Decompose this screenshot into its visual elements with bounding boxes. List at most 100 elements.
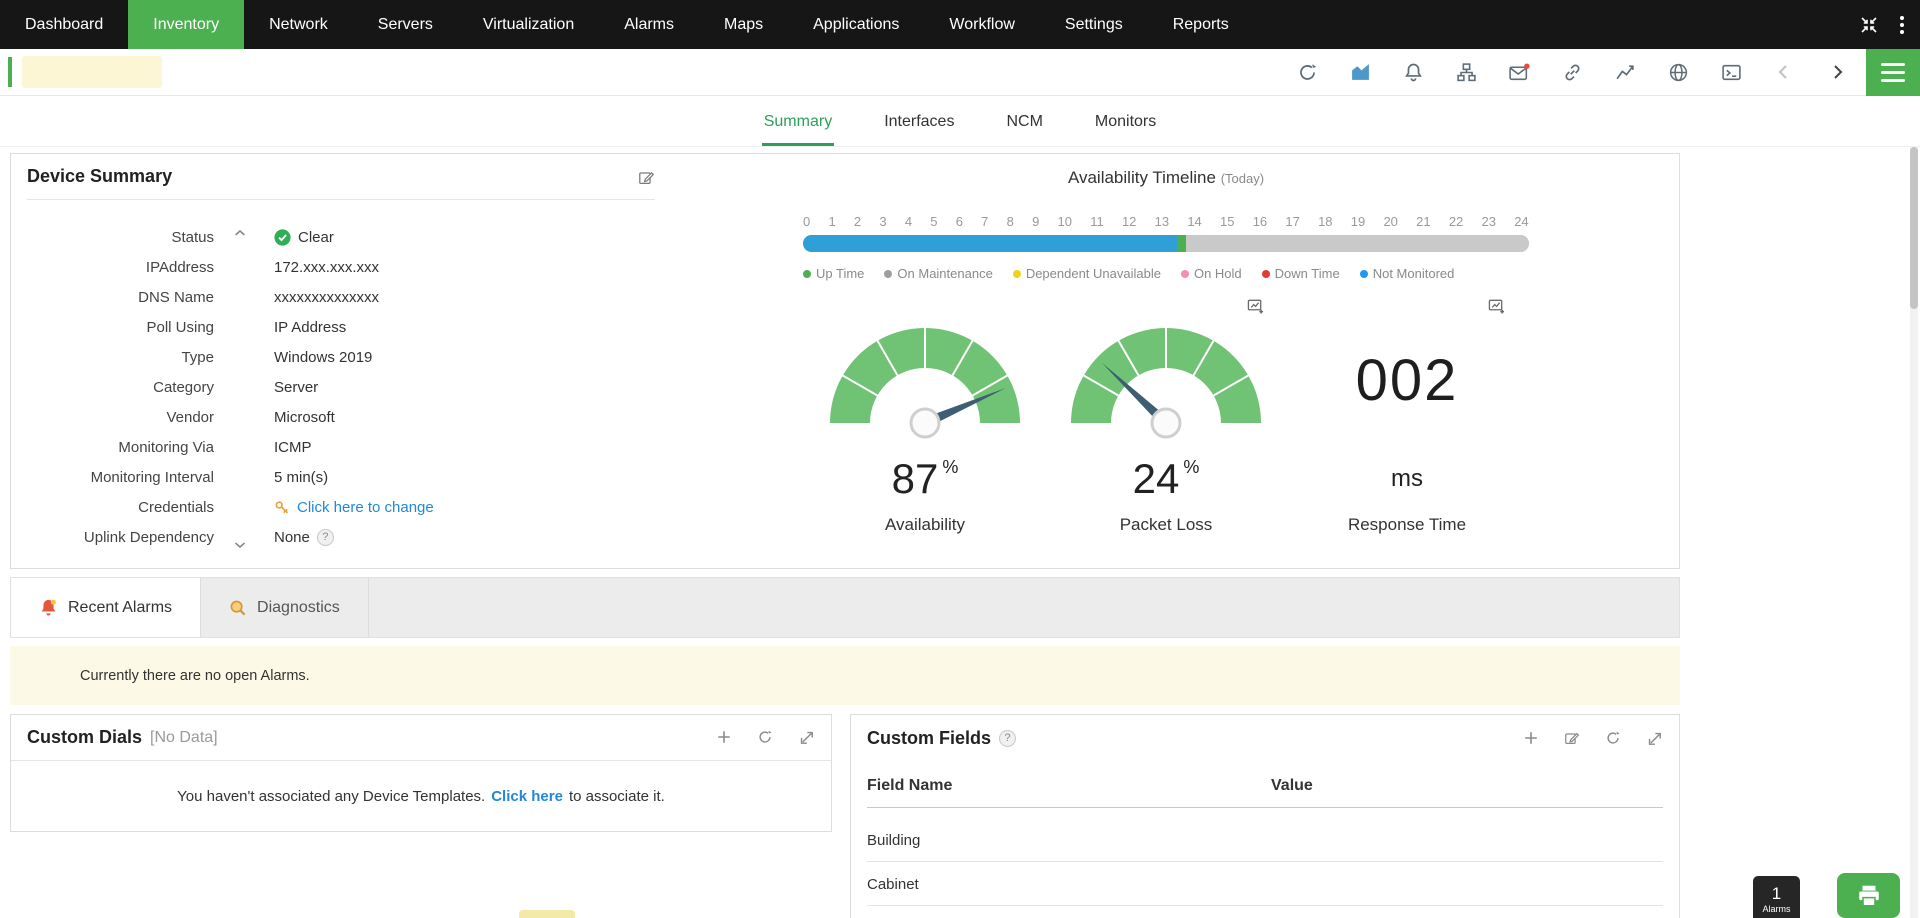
refresh-icon[interactable]	[1605, 730, 1622, 747]
hour-label: 9	[1032, 214, 1039, 229]
custom-dials-title: Custom Dials	[27, 727, 142, 748]
add-icon[interactable]	[1523, 730, 1540, 747]
custom-fields-help-icon[interactable]: ?	[999, 730, 1016, 747]
next-chevron-icon[interactable]	[1826, 61, 1848, 83]
hour-label: 1	[828, 214, 835, 229]
fields-scroll-down-icon[interactable]	[234, 536, 246, 554]
bottom-panels: Custom Dials [No Data] You haven't assoc…	[10, 714, 1680, 918]
edit-icon[interactable]	[1564, 730, 1581, 747]
refresh-icon[interactable]	[1296, 61, 1318, 83]
edit-device-icon[interactable]	[638, 168, 655, 185]
nav-item-network[interactable]: Network	[244, 0, 353, 49]
hour-label: 10	[1058, 214, 1072, 229]
credentials-change-link[interactable]: Click here to change	[297, 499, 434, 516]
availability-subtitle: (Today)	[1221, 171, 1264, 186]
tab-recent-alarms[interactable]: Recent Alarms	[11, 578, 201, 637]
hour-label: 2	[854, 214, 861, 229]
topology-icon[interactable]	[1455, 61, 1477, 83]
legend-dot	[1013, 270, 1021, 278]
page-scrollbar[interactable]	[1910, 147, 1918, 918]
tab-ncm[interactable]: NCM	[1004, 113, 1044, 146]
exit-fullscreen-icon[interactable]	[1858, 14, 1880, 36]
nav-item-workflow[interactable]: Workflow	[924, 0, 1040, 49]
link-icon[interactable]	[1561, 61, 1583, 83]
table-row-cabinet[interactable]: Cabinet	[867, 862, 1663, 906]
legend-dot	[1262, 270, 1270, 278]
availability-gauge-col: 87% Availability	[809, 297, 1041, 535]
tab-interfaces[interactable]: Interfaces	[882, 113, 956, 146]
terminal-icon[interactable]	[1720, 61, 1742, 83]
expand-icon[interactable]	[1646, 730, 1663, 747]
nav-item-servers[interactable]: Servers	[353, 0, 458, 49]
line-chart-icon[interactable]	[1614, 61, 1636, 83]
prev-chevron-icon[interactable]	[1773, 61, 1795, 83]
alarm-count-badge[interactable]: 1 Alarms	[1753, 876, 1800, 918]
nav-item-inventory[interactable]: Inventory	[128, 0, 244, 49]
tab-diagnostics[interactable]: Diagnostics	[201, 578, 369, 637]
tab-monitors[interactable]: Monitors	[1093, 113, 1158, 146]
mail-icon[interactable]	[1508, 61, 1530, 83]
field-row-vendor: Vendor Microsoft	[11, 402, 671, 432]
hour-label: 3	[879, 214, 886, 229]
field-row-uplink-dependency: Uplink Dependency None ?	[11, 522, 671, 552]
nav-item-maps[interactable]: Maps	[699, 0, 788, 49]
hour-label: 23	[1482, 214, 1496, 229]
tab-summary[interactable]: Summary	[762, 113, 834, 146]
add-icon[interactable]	[716, 729, 733, 746]
nav-item-applications[interactable]: Applications	[788, 0, 924, 49]
packet-loss-label: Packet Loss	[1120, 515, 1213, 535]
timeline-segment	[1177, 235, 1186, 252]
gauge-report-icon[interactable]	[1247, 297, 1264, 314]
hour-label: 21	[1416, 214, 1430, 229]
globe-icon[interactable]	[1667, 61, 1689, 83]
refresh-icon[interactable]	[757, 729, 774, 746]
response-time-col: 002 ms Response Time	[1291, 297, 1523, 535]
custom-fields-table: Field Name Value Building Cabinet	[851, 761, 1679, 906]
hour-label: 14	[1187, 214, 1201, 229]
availability-title: Availability Timeline (Today)	[803, 168, 1529, 188]
column-header-value: Value	[1271, 777, 1313, 795]
nav-item-dashboard[interactable]: Dashboard	[0, 0, 128, 49]
field-row-credentials: Credentials Click here to change	[11, 492, 671, 522]
field-row-monitoring-via: Monitoring Via ICMP	[11, 432, 671, 462]
device-status-accent-bar	[8, 57, 12, 87]
dials-empty-message: You haven't associated any Device Templa…	[11, 761, 831, 831]
alarm-bell-icon[interactable]	[1402, 61, 1424, 83]
custom-fields-panel: Custom Fields ?	[850, 714, 1680, 918]
gauge-report-icon[interactable]	[1488, 297, 1505, 314]
availability-gauge	[827, 323, 1023, 441]
scrollbar-thumb[interactable]	[1910, 147, 1918, 309]
device-name-redacted	[22, 56, 162, 88]
hour-label: 20	[1383, 214, 1397, 229]
uplink-help-icon[interactable]: ?	[317, 529, 334, 546]
mail-notification-dot	[1524, 63, 1529, 68]
status-clear-icon	[274, 229, 291, 246]
custom-dials-panel: Custom Dials [No Data] You haven't assoc…	[10, 714, 832, 832]
hour-label: 11	[1090, 214, 1104, 229]
side-menu-button[interactable]	[1866, 49, 1920, 96]
performance-chart-icon[interactable]	[1349, 61, 1371, 83]
fields-scroll-up-icon[interactable]	[234, 224, 246, 242]
nav-item-reports[interactable]: Reports	[1148, 0, 1254, 49]
diagnostics-icon	[229, 599, 247, 617]
field-row-ipaddress: IPAddress 172.xxx.xxx.xxx	[11, 252, 671, 282]
table-row-building[interactable]: Building	[867, 818, 1663, 862]
support-chat-button[interactable]	[1837, 873, 1900, 918]
nav-item-settings[interactable]: Settings	[1040, 0, 1148, 49]
field-row-category: Category Server	[11, 372, 671, 402]
response-time-label: Response Time	[1348, 515, 1466, 535]
availability-timeline-bar[interactable]	[803, 235, 1529, 252]
nav-item-alarms[interactable]: Alarms	[599, 0, 699, 49]
timeline-legend: Up TimeOn MaintenanceDependent Unavailab…	[803, 266, 1529, 281]
custom-fields-title: Custom Fields	[867, 728, 991, 749]
key-icon	[274, 499, 290, 515]
kebab-menu-icon[interactable]	[1900, 16, 1904, 34]
timeline-hours: 0123456789101112131415161718192021222324	[803, 214, 1529, 229]
nav-item-virtualization[interactable]: Virtualization	[458, 0, 599, 49]
expand-icon[interactable]	[798, 729, 815, 746]
associate-template-link[interactable]: Click here	[491, 788, 563, 805]
hour-label: 5	[930, 214, 937, 229]
alarm-tabs: Recent Alarms Diagnostics	[10, 577, 1680, 638]
field-row-type: Type Windows 2019	[11, 342, 671, 372]
legend-dot	[1360, 270, 1368, 278]
